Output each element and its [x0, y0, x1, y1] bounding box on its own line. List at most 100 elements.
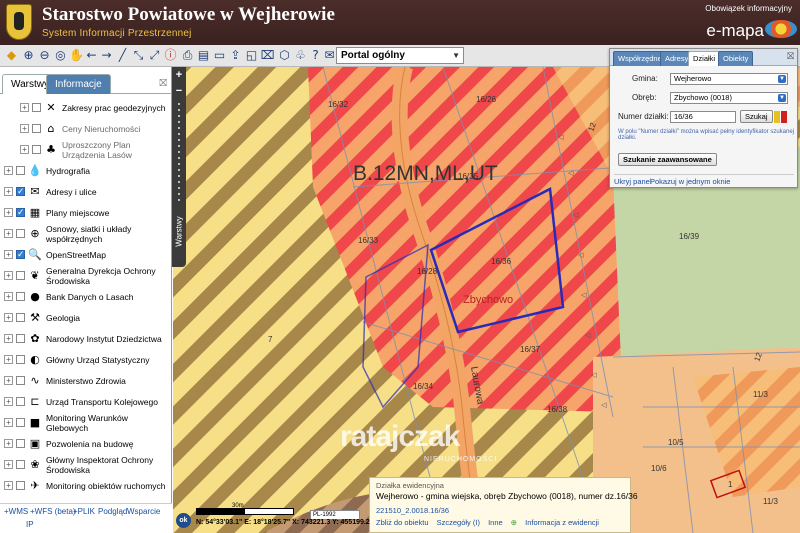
zoom-slider[interactable] — [178, 103, 180, 203]
tree-icon[interactable]: ♧ — [293, 48, 308, 63]
parcel-label[interactable]: 16/38 — [547, 405, 568, 414]
expand-icon[interactable]: + — [4, 187, 13, 196]
layer-checkbox[interactable] — [32, 145, 41, 154]
layer-checkbox[interactable] — [32, 124, 41, 133]
layer-item[interactable]: + ∿ Ministerstwo Zdrowia — [4, 370, 168, 391]
other-link[interactable]: Inne — [488, 518, 503, 527]
parcel-label[interactable]: 10/5 — [668, 438, 684, 447]
expand-icon[interactable]: + — [20, 145, 29, 154]
layer-item[interactable]: + 💧 Hydrografia — [4, 160, 168, 181]
layer-checkbox[interactable] — [16, 271, 25, 280]
print-preview-icon[interactable]: ▤ — [196, 48, 211, 63]
gmina-select[interactable]: Wejherowo ▼ — [670, 73, 788, 85]
layer-checkbox[interactable] — [16, 397, 25, 406]
layer-checkbox[interactable] — [16, 334, 25, 343]
zoom-in-button[interactable]: + — [172, 69, 186, 81]
layer-item[interactable]: + ♣ Uproszczony Plan Urządzenia Lasów — [4, 139, 168, 160]
parcel-label[interactable]: 1 — [728, 480, 733, 489]
hide-panel-link[interactable]: Ukryj panel — [614, 177, 652, 186]
single-window-link[interactable]: Pokazuj w jednym oknie — [650, 177, 730, 186]
search-button[interactable]: Szukaj — [740, 110, 773, 123]
advanced-search-button[interactable]: Szukanie zaawansowane — [618, 153, 717, 166]
zoom-out-button[interactable]: − — [172, 85, 186, 97]
parcel-label[interactable]: 11/3 — [763, 497, 779, 506]
layers-icon[interactable]: ◆ — [4, 48, 19, 63]
email-icon[interactable]: ✉ — [322, 48, 337, 63]
attach-icon[interactable]: ⌧ — [260, 48, 275, 63]
layers-toggle-tab[interactable]: Warstwy — [172, 205, 186, 261]
layer-checkbox[interactable] — [16, 229, 25, 238]
parcel-label[interactable]: 16/35 — [458, 172, 479, 181]
zoom-to-object-link[interactable]: Zbliż do obiektu — [376, 518, 429, 527]
parcel-label[interactable]: 16/39 — [679, 232, 700, 241]
red-swatch-icon[interactable] — [781, 111, 787, 123]
ruler-icon[interactable]: ⤡ — [131, 48, 146, 63]
layer-checkbox[interactable] — [16, 166, 25, 175]
parcel-label[interactable]: 7 — [268, 335, 273, 344]
layer-checkbox[interactable] — [16, 481, 25, 490]
layer-checkbox[interactable] — [16, 355, 25, 364]
add-wfs-link[interactable]: +WFS (beta) — [30, 507, 76, 516]
parcel-label[interactable]: 11/3 — [753, 390, 769, 399]
layer-item[interactable]: + ✿ Narodowy Instytut Dziedzictwa — [4, 328, 168, 349]
layer-item[interactable]: + ✈ Monitoring obiektów ruchomych — [4, 475, 168, 496]
close-icon[interactable]: ⛝ — [787, 51, 794, 62]
expand-icon[interactable]: + — [4, 439, 13, 448]
layer-item[interactable]: + ■ Monitoring Warunków Glebowych — [4, 412, 168, 433]
expand-icon[interactable]: + — [4, 229, 13, 238]
zoom-out-icon[interactable]: ⊖ — [37, 48, 52, 63]
layer-item[interactable]: + ⊏ Urząd Transportu Kolejowego — [4, 391, 168, 412]
details-link[interactable]: Szczegóły (I) — [437, 518, 480, 527]
parcel-label[interactable]: 16/36 — [491, 257, 512, 266]
tab-obiekty[interactable]: Obiekty — [718, 51, 754, 66]
zoom-in-icon[interactable]: ⊕ — [21, 48, 36, 63]
layer-item[interactable]: + 🔍 OpenStreetMap — [4, 244, 168, 265]
portal-select[interactable]: Portal ogólny ▼ — [336, 47, 464, 64]
next-view-icon[interactable]: → — [99, 48, 114, 63]
parcel-label[interactable]: 16/33 — [358, 236, 379, 245]
layer-item[interactable]: + ⌂ Ceny Nieruchomości — [4, 118, 168, 139]
layer-item[interactable]: + ✉ Adresy i ulice — [4, 181, 168, 202]
pencil-icon[interactable]: ╱ — [115, 48, 130, 63]
add-wms-link[interactable]: +WMS — [4, 507, 28, 516]
zoom-window-icon[interactable]: ◎ — [53, 48, 68, 63]
obligation-info-link[interactable]: Obowiązek informacyjny — [705, 4, 792, 13]
layer-item[interactable]: + ❀ Główny Inspektorat Ochrony Środowiska — [4, 454, 168, 475]
expand-icon[interactable]: + — [4, 355, 13, 364]
area-icon[interactable]: ◱ — [244, 48, 259, 63]
expand-icon[interactable]: + — [4, 166, 13, 175]
expand-icon[interactable]: + — [20, 103, 29, 112]
layer-item[interactable]: + ◐ Główny Urząd Statystyczny — [4, 349, 168, 370]
cube-icon[interactable]: ⬡ — [277, 48, 292, 63]
ip-link[interactable]: IP — [26, 520, 34, 529]
plus-icon[interactable]: ⊕ — [511, 518, 517, 527]
measure-icon[interactable]: ⤢ — [147, 48, 162, 63]
expand-icon[interactable]: + — [4, 481, 13, 490]
expand-icon[interactable]: + — [4, 292, 13, 301]
layer-item[interactable]: + ❦ Generalna Dyrekcja Ochrony Środowiska — [4, 265, 168, 286]
add-file-link[interactable]: +PLIK — [73, 507, 95, 516]
parcel-number-input[interactable]: 16/36 — [670, 111, 736, 123]
prev-view-icon[interactable]: ← — [84, 48, 99, 63]
expand-icon[interactable]: + — [4, 271, 13, 280]
support-link[interactable]: Wsparcie — [127, 507, 160, 516]
layer-checkbox[interactable] — [32, 103, 41, 112]
print-icon[interactable]: ⎙ — [180, 48, 195, 63]
obreb-select[interactable]: Zbychowo (0018) ▼ — [670, 92, 788, 104]
parcel-label[interactable]: 10/6 — [651, 464, 667, 473]
layer-checkbox[interactable] — [16, 376, 25, 385]
parcel-label[interactable]: 16/28 — [417, 267, 438, 276]
parcel-label[interactable]: 16/32 — [328, 100, 349, 109]
layer-item[interactable]: + ⊕ Osnowy, siatki i układy współrzędnych — [4, 223, 168, 244]
layer-checkbox[interactable] — [16, 249, 25, 259]
tab-wspolrzedne[interactable]: Współrzędne — [613, 51, 667, 66]
yellow-swatch-icon[interactable] — [774, 111, 780, 123]
layer-item[interactable]: + ⚒ Geologia — [4, 307, 168, 328]
layer-item[interactable]: + ✕ Zakresy prac geodezyjnych — [4, 97, 168, 118]
pan-icon[interactable]: ✋ — [69, 48, 84, 63]
expand-icon[interactable]: + — [4, 334, 13, 343]
ok-button[interactable]: ok — [176, 513, 191, 528]
expand-icon[interactable]: + — [20, 124, 29, 133]
parcel-label[interactable]: 16/37 — [520, 345, 541, 354]
layer-checkbox[interactable] — [16, 207, 25, 217]
